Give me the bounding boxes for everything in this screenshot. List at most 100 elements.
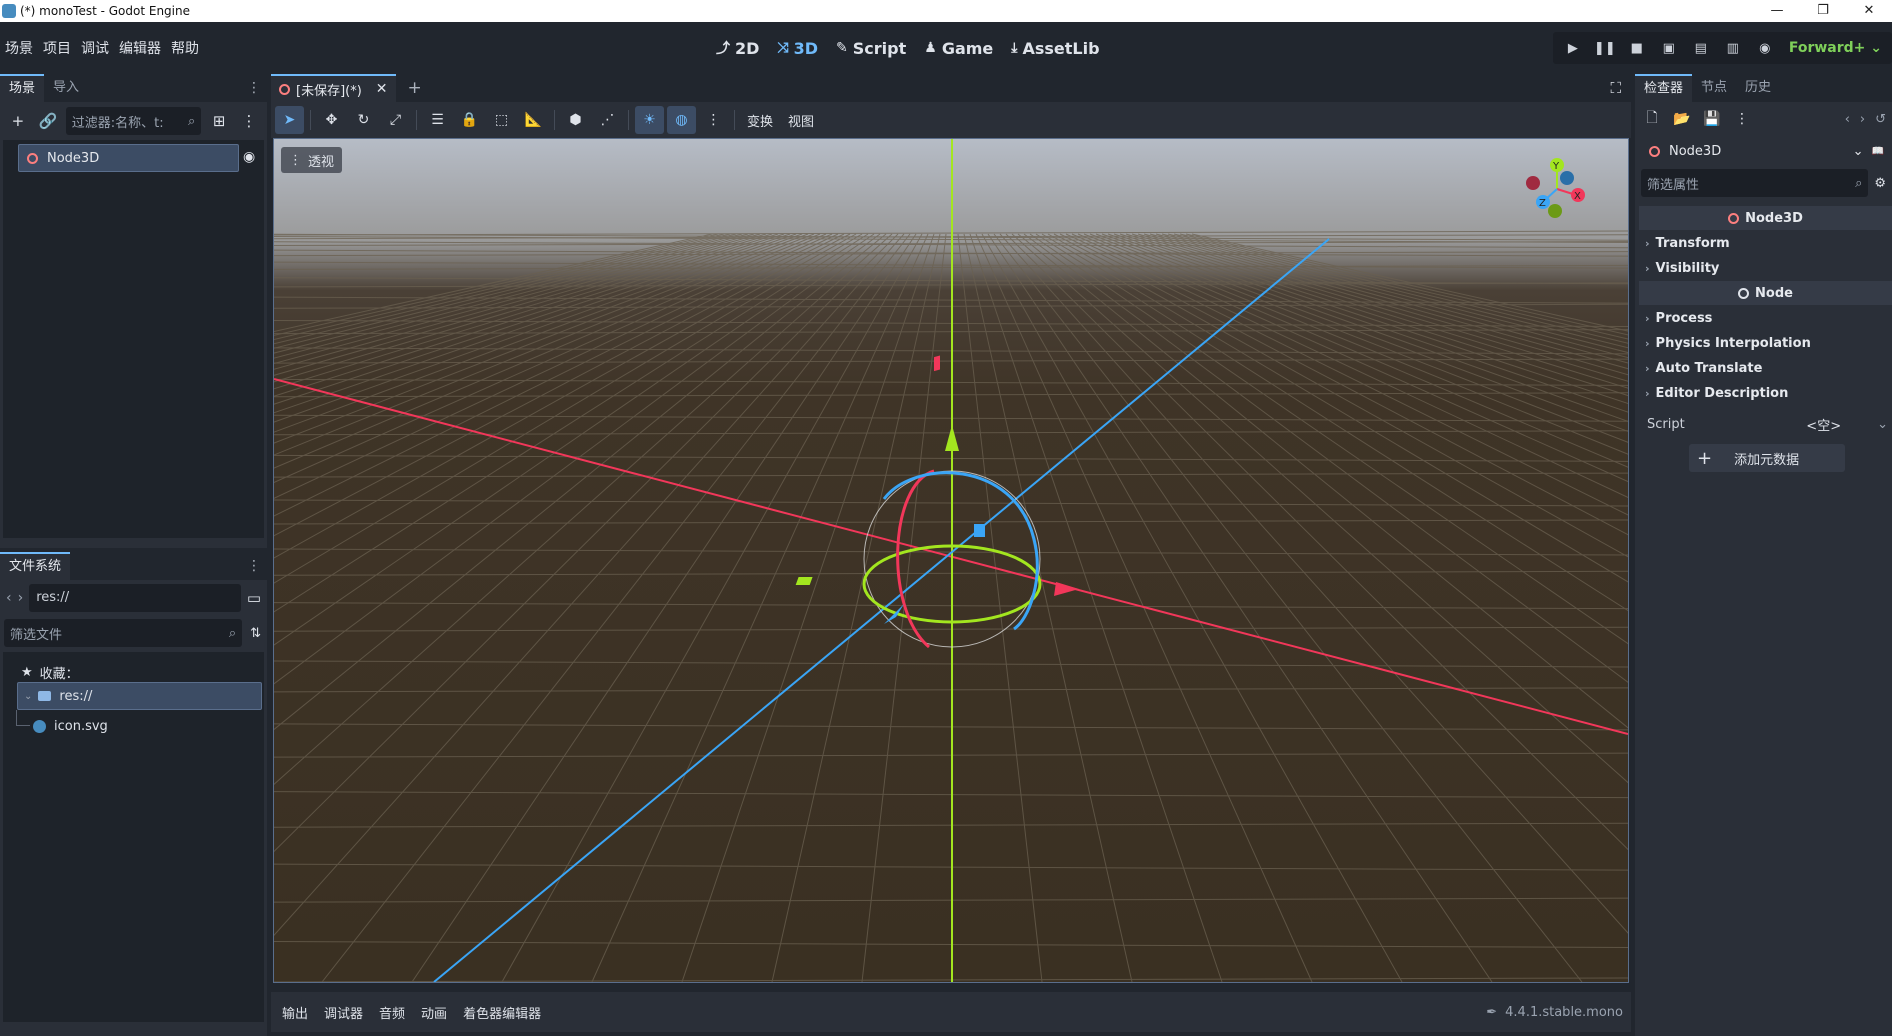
preview-settings-button[interactable]: ⋮ <box>699 106 728 134</box>
section-auto-translate[interactable]: › Auto Translate <box>1639 356 1892 381</box>
mode-script-button[interactable]: ✎ Script <box>836 39 906 58</box>
load-resource-button[interactable]: 📂 <box>1671 108 1693 130</box>
scale-mode-button[interactable]: ⤢ <box>381 106 410 134</box>
grid-line <box>274 233 761 370</box>
chevron-right-icon: › <box>1645 237 1650 250</box>
add-metadata-button[interactable]: + 添加元数据 <box>1689 444 1845 472</box>
chevron-down-icon[interactable]: ⌄ <box>1877 417 1888 432</box>
scene-tree-menu-button[interactable]: ⋮ <box>237 109 261 133</box>
mode-assetlib-button[interactable]: ⤓ AssetLib <box>1011 39 1099 58</box>
menu-debug[interactable]: 调试 <box>80 38 118 58</box>
instance-scene-button[interactable]: 🔗 <box>36 109 60 133</box>
res-folder-item[interactable]: ⌄ res:// <box>17 682 262 710</box>
tab-filesystem[interactable]: 文件系统 <box>0 552 71 580</box>
property-options-icon[interactable]: ⚙ <box>1874 176 1886 191</box>
movie-maker-button[interactable]: ◉ <box>1749 32 1781 64</box>
environment-preview-button[interactable]: ◍ <box>667 106 696 134</box>
scene-tree-node-node3d[interactable]: Node3D <box>18 144 239 172</box>
perspective-menu-button[interactable]: ⋮ 透视 <box>281 147 343 173</box>
list-select-button[interactable]: ☰ <box>423 106 452 134</box>
menu-help[interactable]: 帮助 <box>170 38 208 58</box>
version-label[interactable]: ✒ 4.4.1.stable.mono <box>1486 1005 1623 1020</box>
resource-menu-button[interactable]: ⋮ <box>1731 108 1753 130</box>
dock-menu-icon[interactable]: ⋮ <box>247 558 261 574</box>
group-button[interactable]: ⬚ <box>487 106 516 134</box>
scene-tab-unsaved[interactable]: [未保存](*) ✕ <box>271 74 396 102</box>
section-visibility[interactable]: › Visibility <box>1639 256 1892 281</box>
lock-button[interactable]: 🔒 <box>455 106 484 134</box>
orient-neg-x <box>1526 176 1540 190</box>
new-resource-button[interactable]: 🗋 <box>1641 108 1663 130</box>
close-tab-icon[interactable]: ✕ <box>376 81 388 97</box>
add-node-button[interactable]: + <box>6 109 30 133</box>
visibility-eye-icon[interactable]: ◉ <box>243 149 255 165</box>
docs-icon[interactable]: 📖 <box>1872 146 1884 157</box>
view-orientation-gizmo[interactable]: Y X Z <box>1526 158 1585 218</box>
play-custom-scene-button[interactable]: ▥ <box>1717 32 1749 64</box>
forward-arrow-icon[interactable]: › <box>1860 112 1865 127</box>
sun-preview-button[interactable]: ☀ <box>635 106 664 134</box>
rotate-mode-button[interactable]: ↻ <box>349 106 378 134</box>
sort-icon[interactable]: ⇅ <box>250 626 261 641</box>
transform-gizmo[interactable] <box>795 355 1079 649</box>
section-editor-description[interactable]: › Editor Description <box>1639 381 1892 406</box>
scene-tabs: [未保存](*) ✕ + ⛶ <box>271 74 1631 102</box>
mode-game-button[interactable]: ♟ Game <box>924 39 993 58</box>
tab-node[interactable]: 节点 <box>1692 74 1736 102</box>
save-resource-button[interactable]: 💾 <box>1701 108 1723 130</box>
ruler-button[interactable]: 📐 <box>519 106 548 134</box>
tab-history[interactable]: 历史 <box>1736 74 1780 102</box>
play-scene-button[interactable]: ▤ <box>1685 32 1717 64</box>
bottom-tab-animation[interactable]: 动画 <box>421 1003 447 1022</box>
menu-project[interactable]: 项目 <box>42 38 80 58</box>
bottom-tab-audio[interactable]: 音频 <box>379 1003 405 1022</box>
group-icon: ⬚ <box>494 112 509 128</box>
object-selector[interactable]: Node3D ⌄ <box>1643 137 1868 165</box>
mode-2d-button[interactable]: ⤴ 2D <box>716 38 759 58</box>
menu-editor[interactable]: 编辑器 <box>118 38 170 58</box>
history-icon[interactable]: ↺ <box>1875 112 1886 127</box>
back-arrow-icon[interactable]: ‹ <box>1845 112 1850 127</box>
stop-button[interactable]: ■ <box>1621 32 1653 64</box>
play-button[interactable]: ▶ <box>1557 32 1589 64</box>
section-physics-interpolation[interactable]: › Physics Interpolation <box>1639 331 1892 356</box>
local-space-button[interactable]: ⬢ <box>561 106 590 134</box>
filter-files-input[interactable]: 筛选文件 ⌕ <box>4 619 243 647</box>
back-arrow-icon[interactable]: ‹ <box>6 590 12 606</box>
select-mode-button[interactable]: ➤ <box>275 106 304 134</box>
bottom-tab-debugger[interactable]: 调试器 <box>324 1003 363 1022</box>
link-icon: 🔗 <box>38 112 58 130</box>
mode-3d-button[interactable]: ⤨ 3D <box>777 39 818 58</box>
scene-filter-input[interactable]: 过滤器:名称、t: ⌕ <box>65 107 202 135</box>
filter-properties-input[interactable]: 筛选属性 ⌕ <box>1641 169 1869 197</box>
tab-scene[interactable]: 场景 <box>0 74 45 102</box>
file-item-icon-svg[interactable]: icon.svg <box>33 712 108 740</box>
section-process[interactable]: › Process <box>1639 306 1892 331</box>
move-mode-button[interactable]: ✥ <box>317 106 346 134</box>
tab-inspector[interactable]: 检查器 <box>1635 74 1693 102</box>
3d-viewport[interactable]: Y X Z ⋮ 透视 <box>273 138 1629 983</box>
folder-open-icon: 📂 <box>1673 111 1691 127</box>
minimize-button[interactable]: — <box>1754 0 1800 22</box>
script-value[interactable]: <空> <box>1806 415 1841 434</box>
attach-script-button[interactable]: ⊞ <box>207 109 231 133</box>
split-view-icon[interactable]: ▭ <box>247 589 261 607</box>
add-scene-tab-icon[interactable]: + <box>408 78 422 98</box>
renderer-selector[interactable]: Forward+ ⌄ <box>1781 40 1888 56</box>
maximize-button[interactable]: ❐ <box>1800 0 1846 22</box>
distraction-free-icon[interactable]: ⛶ <box>1610 79 1621 97</box>
bottom-tab-shader-editor[interactable]: 着色器编辑器 <box>463 1003 541 1022</box>
filesystem-path-field[interactable]: res:// <box>29 584 241 612</box>
bottom-tab-output[interactable]: 输出 <box>282 1003 308 1022</box>
transform-menu[interactable]: 变换 <box>741 111 779 130</box>
menu-scene[interactable]: 场景 <box>4 38 42 58</box>
pause-button[interactable]: ❚❚ <box>1589 32 1621 64</box>
dock-menu-icon[interactable]: ⋮ <box>247 80 261 96</box>
section-transform[interactable]: › Transform <box>1639 231 1892 256</box>
snap-button[interactable]: ⋰ <box>593 106 622 134</box>
tab-import[interactable]: 导入 <box>44 74 88 102</box>
close-window-button[interactable]: ✕ <box>1846 0 1892 22</box>
forward-arrow-icon[interactable]: › <box>18 590 24 606</box>
remote-debug-button[interactable]: ▣ <box>1653 32 1685 64</box>
view-menu[interactable]: 视图 <box>782 111 820 130</box>
